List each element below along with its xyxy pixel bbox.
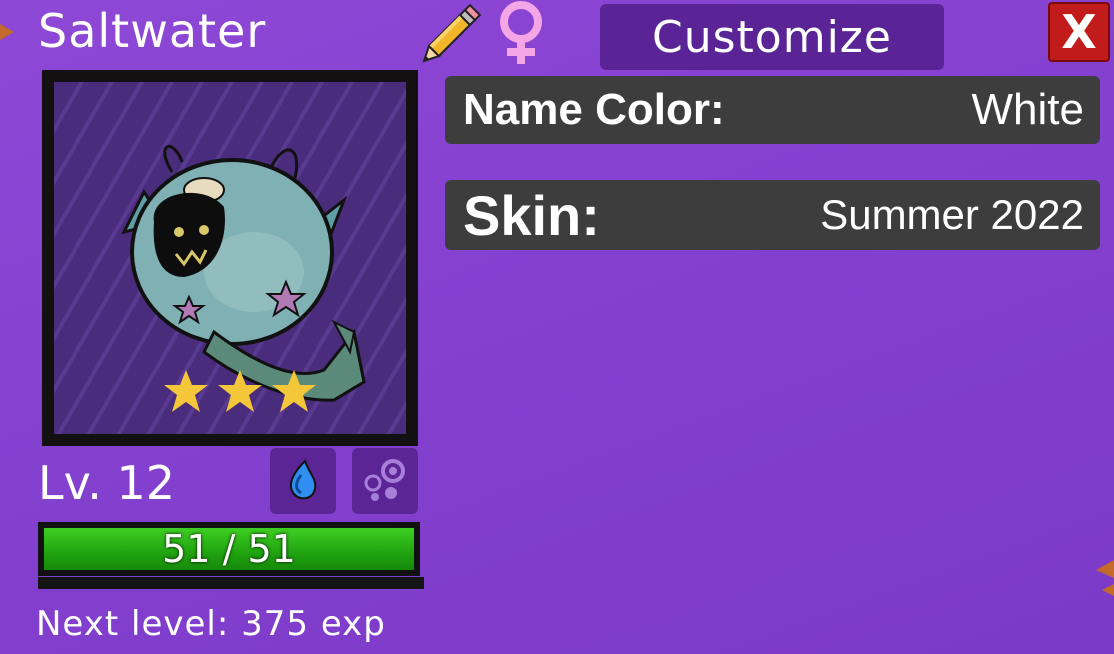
name-color-value: White bbox=[971, 85, 1084, 134]
close-icon: X bbox=[1061, 5, 1097, 59]
edge-decoration bbox=[0, 24, 14, 40]
name-color-label: Name Color: bbox=[463, 85, 725, 134]
name-color-row[interactable]: Name Color: White bbox=[445, 76, 1100, 144]
star-rating bbox=[162, 368, 322, 418]
star-icon bbox=[272, 370, 316, 412]
hp-text: 51 / 51 bbox=[162, 527, 296, 571]
bubbles-icon bbox=[364, 459, 405, 501]
exp-bar bbox=[38, 577, 424, 589]
close-button[interactable]: X bbox=[1048, 2, 1110, 62]
portrait-background bbox=[54, 82, 406, 434]
star-icon bbox=[164, 370, 208, 412]
skin-row[interactable]: Skin: Summer 2022 bbox=[445, 180, 1100, 250]
creature-portrait bbox=[42, 70, 418, 446]
edge-decoration bbox=[1096, 560, 1114, 596]
type-water-badge[interactable] bbox=[270, 448, 336, 514]
water-drop-icon bbox=[289, 459, 317, 500]
skin-label: Skin: bbox=[463, 183, 600, 247]
level-label: Lv. 12 bbox=[38, 456, 176, 510]
next-level-text: Next level: 375 exp bbox=[36, 604, 386, 644]
creature-name: Saltwater bbox=[38, 4, 267, 58]
star-icon bbox=[218, 370, 262, 412]
skin-value: Summer 2022 bbox=[820, 191, 1084, 238]
type-bubbles-badge[interactable] bbox=[352, 448, 418, 514]
pencil-icon[interactable] bbox=[418, 0, 488, 64]
female-icon bbox=[492, 0, 550, 68]
hp-bar: 51 / 51 bbox=[38, 522, 420, 576]
customize-button[interactable]: Customize bbox=[600, 4, 944, 70]
